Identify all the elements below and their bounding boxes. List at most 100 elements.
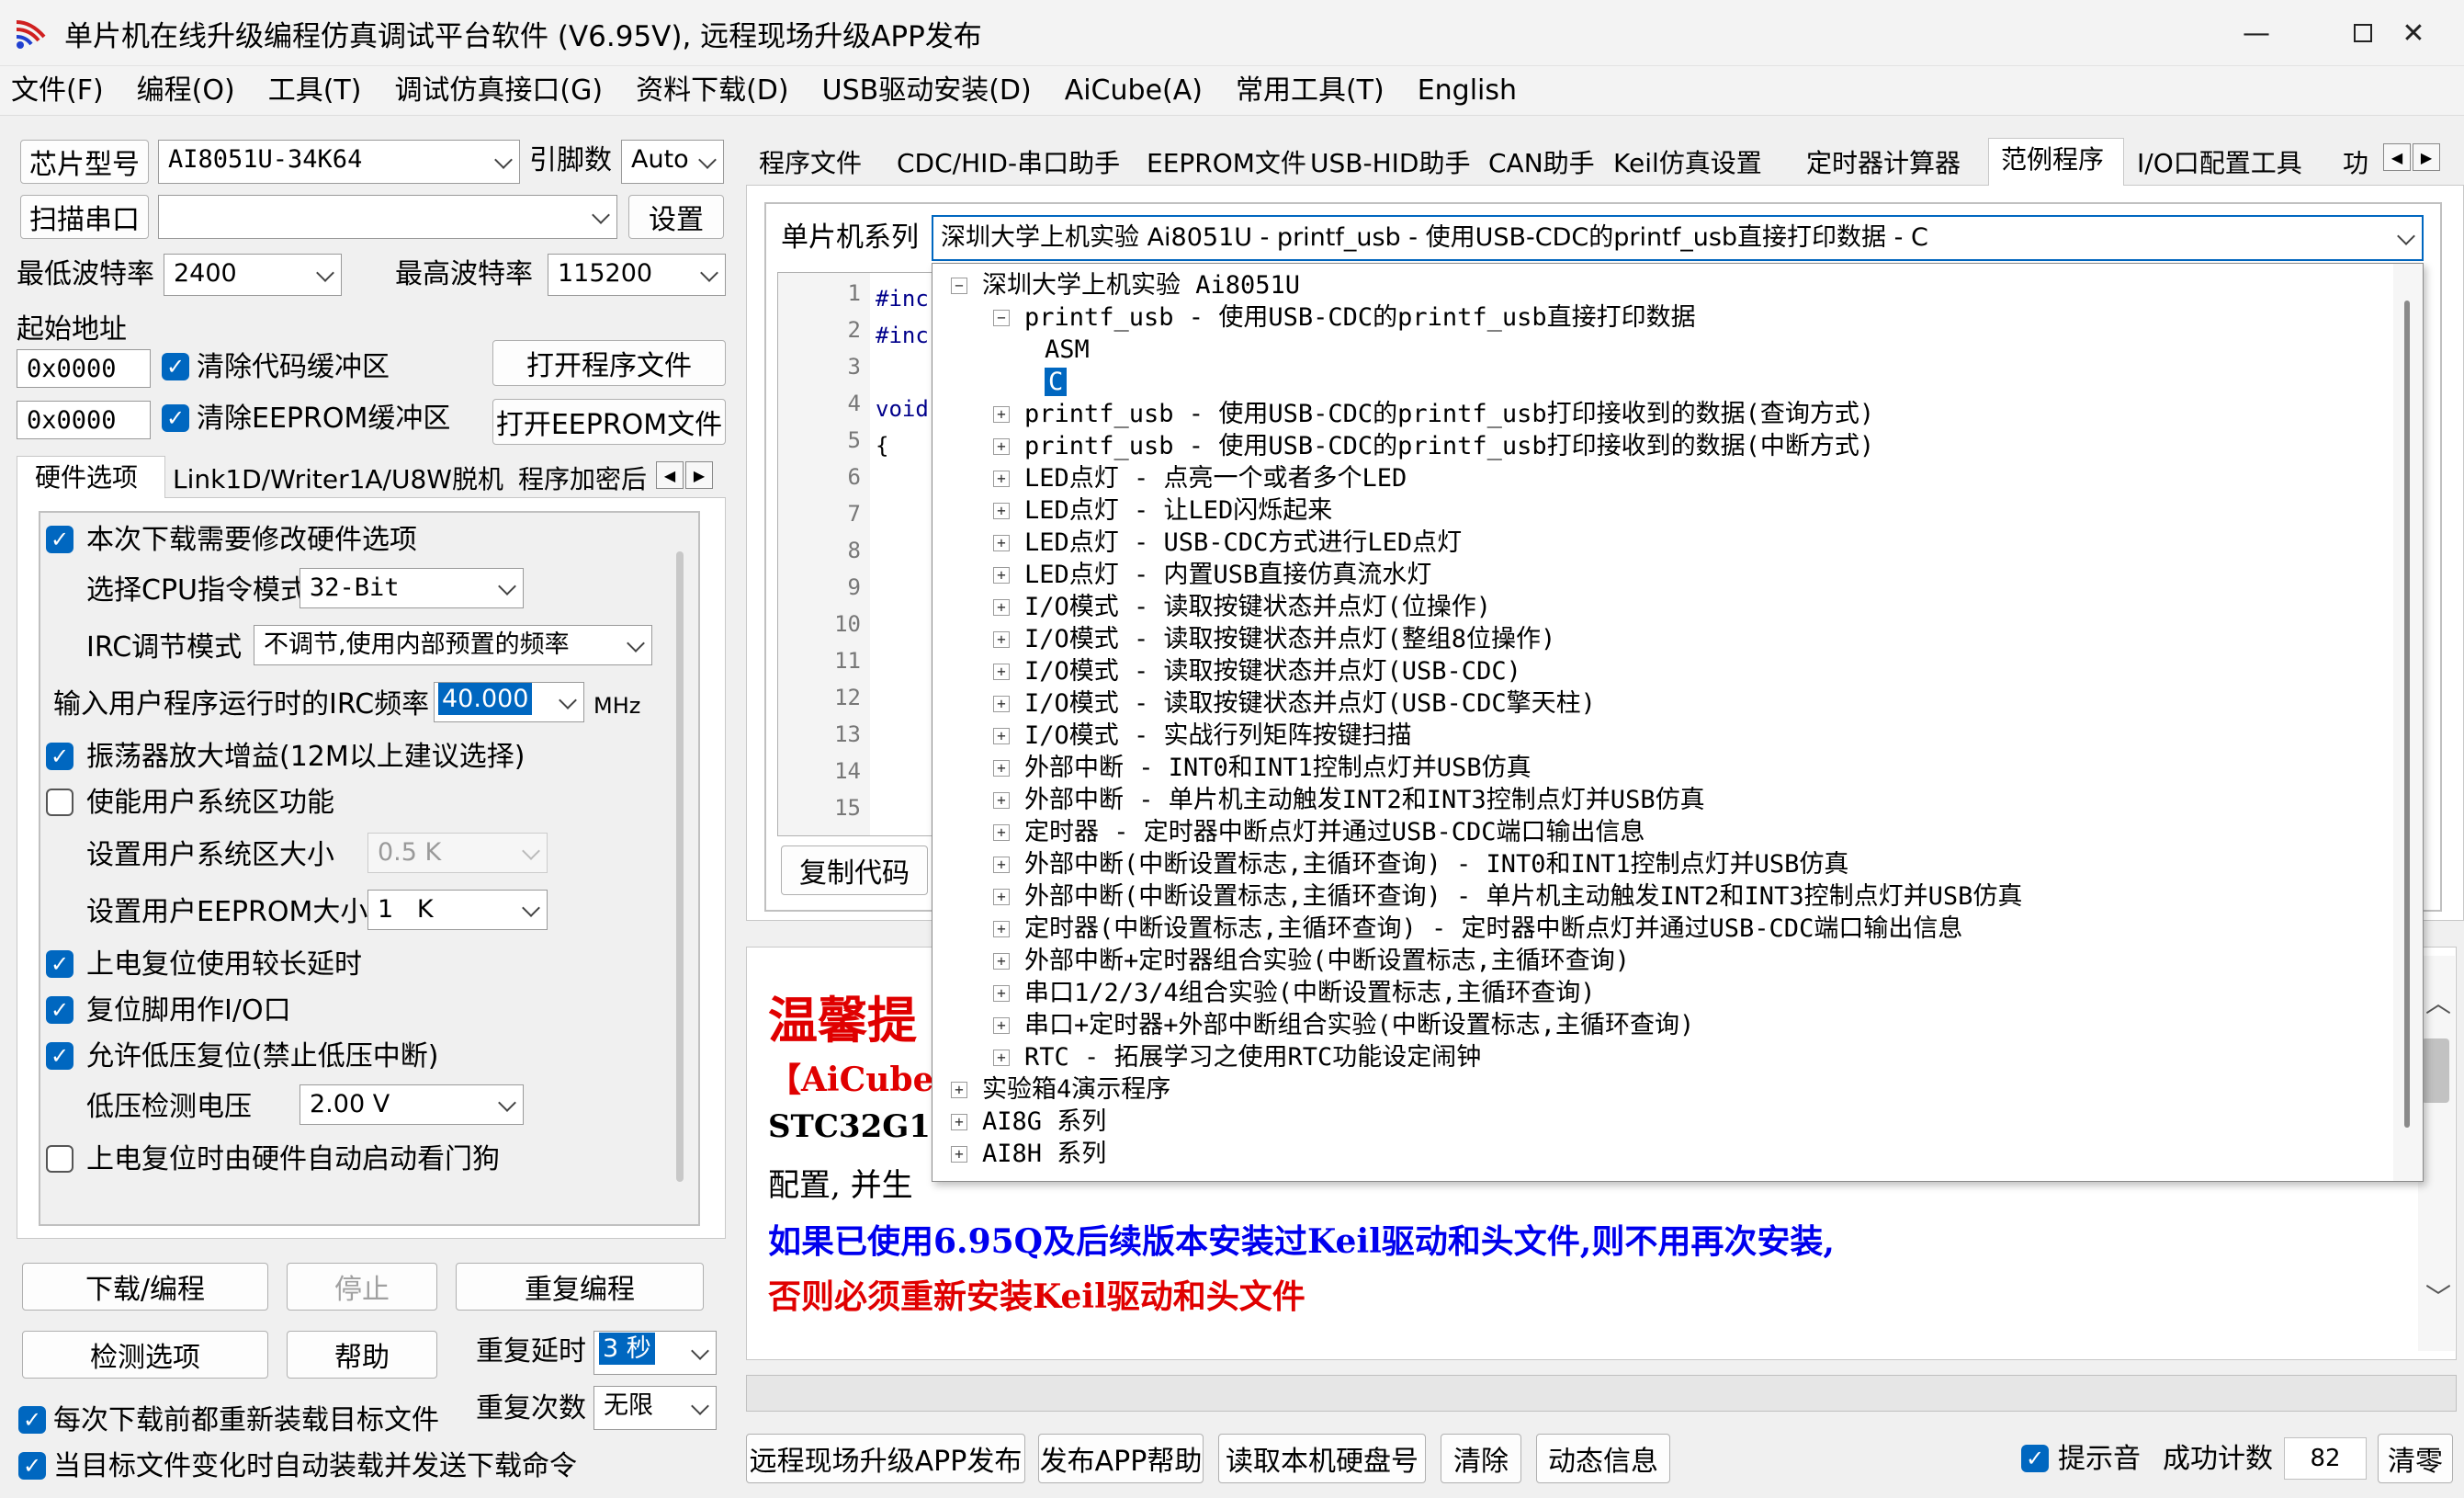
reset-pin-io-checkbox[interactable]: ✓	[46, 996, 73, 1024]
expand-icon[interactable]: +	[993, 985, 1010, 1002]
menu-aicube[interactable]: AiCube(A)	[1048, 66, 1219, 116]
tree-item[interactable]: 外部中断(中断设置标志,主循环查询) - 单片机主动触发INT2和INT3控制点…	[1024, 880, 2022, 913]
expand-icon[interactable]: +	[993, 535, 1010, 551]
reload-each-checkbox[interactable]: ✓	[18, 1406, 46, 1434]
tree-item[interactable]: 串口+定时器+外部中断组合实验(中断设置标志,主循环查询)	[1024, 1009, 1694, 1041]
stop-button[interactable]: 停止	[287, 1263, 437, 1311]
clear-eeprom-checkbox[interactable]: ✓	[162, 404, 189, 432]
expand-icon[interactable]: +	[993, 953, 1010, 970]
tree-item[interactable]: 定时器 - 定时器中断点灯并通过USB-CDC端口输出信息	[1024, 816, 1645, 848]
expand-icon[interactable]: +	[993, 1050, 1010, 1066]
expand-icon[interactable]: +	[993, 728, 1010, 744]
tree-item[interactable]: LED点灯 - USB-CDC方式进行LED点灯	[1024, 527, 1462, 559]
menu-downloads[interactable]: 资料下载(D)	[619, 66, 806, 116]
tab-keil-settings[interactable]: Keil仿真设置	[1613, 151, 1762, 176]
help-button[interactable]: 帮助	[287, 1331, 437, 1379]
chip-model-button[interactable]: 芯片型号	[20, 140, 149, 184]
menu-common-tools[interactable]: 常用工具(T)	[1219, 66, 1401, 116]
tab-scroll-right-icon[interactable]: ▶	[685, 461, 713, 489]
tab-timer-calc[interactable]: 定时器计算器	[1806, 151, 1961, 176]
tab-more[interactable]: 功	[2343, 151, 2376, 176]
collapse-icon[interactable]: −	[993, 310, 1010, 326]
scan-port-button[interactable]: 扫描串口	[20, 195, 149, 239]
watchdog-checkbox[interactable]: ✓	[46, 1145, 73, 1173]
code-address-input[interactable]: 0x0000	[17, 349, 151, 388]
power-on-delay-checkbox[interactable]: ✓	[46, 950, 73, 978]
sound-checkbox[interactable]: ✓	[2021, 1445, 2049, 1472]
open-program-button[interactable]: 打开程序文件	[492, 340, 726, 386]
reset-count-button[interactable]: 清零	[2378, 1434, 2453, 1483]
expand-icon[interactable]: +	[993, 792, 1010, 809]
tree-item[interactable]: 深圳大学上机实验 Ai8051U	[982, 269, 1300, 301]
tree-item[interactable]: I/O模式 - 读取按键状态并点灯(USB-CDC擎天柱)	[1024, 687, 1596, 720]
tree-item[interactable]: AI8G 系列	[982, 1106, 1106, 1138]
chip-model-select[interactable]: AI8051U-34K64	[158, 140, 520, 184]
expand-icon[interactable]: +	[993, 471, 1010, 487]
tab-eeprom-file[interactable]: EEPROM文件	[1147, 151, 1306, 176]
settings-button[interactable]: 设置	[628, 195, 724, 239]
menu-program[interactable]: 编程(O)	[120, 66, 252, 116]
osc-gain-checkbox[interactable]: ✓	[46, 743, 73, 770]
tree-item[interactable]: 定时器(中断设置标志,主循环查询) - 定时器中断点灯并通过USB-CDC端口输…	[1024, 913, 1962, 945]
scroll-thumb[interactable]	[2422, 1038, 2449, 1103]
tree-item[interactable]: I/O模式 - 读取按键状态并点灯(USB-CDC)	[1024, 655, 1521, 687]
expand-icon[interactable]: +	[993, 599, 1010, 616]
minimize-button[interactable]: —	[2203, 0, 2310, 66]
lvd-voltage-select[interactable]: 2.00 V	[300, 1084, 524, 1125]
clear-code-checkbox[interactable]: ✓	[162, 353, 189, 380]
tree-item[interactable]: I/O模式 - 实战行列矩阵按键扫描	[1024, 720, 1412, 752]
expand-icon[interactable]: +	[951, 1146, 967, 1163]
tree-item[interactable]: RTC - 拓展学习之使用RTC功能设定闹钟	[1024, 1041, 1481, 1073]
tree-scrollbar[interactable]	[2393, 264, 2423, 1181]
tab-serial-assistant[interactable]: CDC/HID-串口助手	[897, 151, 1120, 176]
copy-code-button[interactable]: 复制代码	[781, 845, 928, 895]
tab-scroll-right-icon[interactable]: ▶	[2413, 143, 2440, 171]
port-select[interactable]	[158, 195, 617, 239]
expand-icon[interactable]: +	[993, 921, 1010, 937]
info-scrollbar[interactable]: ︿ ﹀	[2418, 956, 2455, 1351]
tree-item[interactable]: 外部中断(中断设置标志,主循环查询) - INT0和INT1控制点灯并USB仿真	[1024, 848, 1848, 880]
tree-item[interactable]: LED点灯 - 点亮一个或者多个LED	[1024, 462, 1407, 494]
clear-button[interactable]: 清除	[1441, 1434, 1521, 1483]
app-help-button[interactable]: 发布APP帮助	[1038, 1434, 1204, 1483]
tree-item[interactable]: AI8H 系列	[982, 1138, 1106, 1170]
reprogram-button[interactable]: 重复编程	[456, 1263, 704, 1311]
scroll-up-icon[interactable]: ︿	[2425, 983, 2451, 1020]
tree-item[interactable]: printf_usb - 使用USB-CDC的printf_usb直接打印数据	[1024, 301, 1696, 334]
tree-scroll-thumb[interactable]	[2404, 301, 2410, 1128]
tree-item[interactable]: 外部中断 - 单片机主动触发INT2和INT3控制点灯并USB仿真	[1024, 784, 1705, 816]
repeat-count-select[interactable]: 无限	[593, 1386, 717, 1430]
irc-mode-select[interactable]: 不调节,使用内部预置的频率	[254, 625, 652, 665]
tree-item[interactable]: 串口1/2/3/4组合实验(中断设置标志,主循环查询)	[1024, 977, 1596, 1009]
tab-scroll-left-icon[interactable]: ◀	[2383, 143, 2411, 171]
tab-io-config[interactable]: I/O口配置工具	[2137, 151, 2302, 176]
close-button[interactable]: ✕	[2363, 0, 2464, 66]
check-options-button[interactable]: 检测选项	[22, 1331, 268, 1379]
tab-program-file[interactable]: 程序文件	[759, 151, 862, 176]
tree-item[interactable]: LED点灯 - 让LED闪烁起来	[1024, 494, 1332, 527]
expand-icon[interactable]: +	[951, 1114, 967, 1130]
dynamic-info-button[interactable]: 动态信息	[1536, 1434, 1670, 1483]
tab-scroll-left-icon[interactable]: ◀	[656, 461, 684, 489]
open-eeprom-button[interactable]: 打开EEPROM文件	[492, 399, 726, 445]
auto-reload-checkbox[interactable]: ✓	[18, 1452, 46, 1480]
tree-item[interactable]: printf_usb - 使用USB-CDC的printf_usb打印接收到的数…	[1024, 430, 1874, 462]
tree-item[interactable]: 实验箱4演示程序	[982, 1073, 1170, 1106]
system-area-size-select[interactable]: 0.5 K	[367, 833, 548, 873]
tree-item[interactable]: C	[1045, 366, 1068, 398]
expand-icon[interactable]: +	[951, 1082, 967, 1098]
expand-icon[interactable]: +	[993, 664, 1010, 680]
tree-item[interactable]: ASM	[1045, 334, 1090, 366]
min-baud-select[interactable]: 2400	[164, 254, 342, 296]
tree-item[interactable]: printf_usb - 使用USB-CDC的printf_usb打印接收到的数…	[1024, 398, 1874, 430]
scroll-down-icon[interactable]: ﹀	[2425, 1277, 2451, 1314]
user-system-area-checkbox[interactable]: ✓	[46, 789, 73, 816]
low-voltage-reset-checkbox[interactable]: ✓	[46, 1042, 73, 1070]
download-button[interactable]: 下载/编程	[22, 1263, 268, 1311]
max-baud-select[interactable]: 115200	[548, 254, 726, 296]
expand-icon[interactable]: +	[993, 567, 1010, 584]
menu-usb-driver[interactable]: USB驱动安装(D)	[806, 66, 1048, 116]
tree-item[interactable]: I/O模式 - 读取按键状态并点灯(整组8位操作)	[1024, 623, 1555, 655]
series-dropdown[interactable]: − 深圳大学上机实验 Ai8051U − printf_usb - 使用USB-CDC…	[932, 263, 2424, 1182]
expand-icon[interactable]: +	[993, 1017, 1010, 1034]
